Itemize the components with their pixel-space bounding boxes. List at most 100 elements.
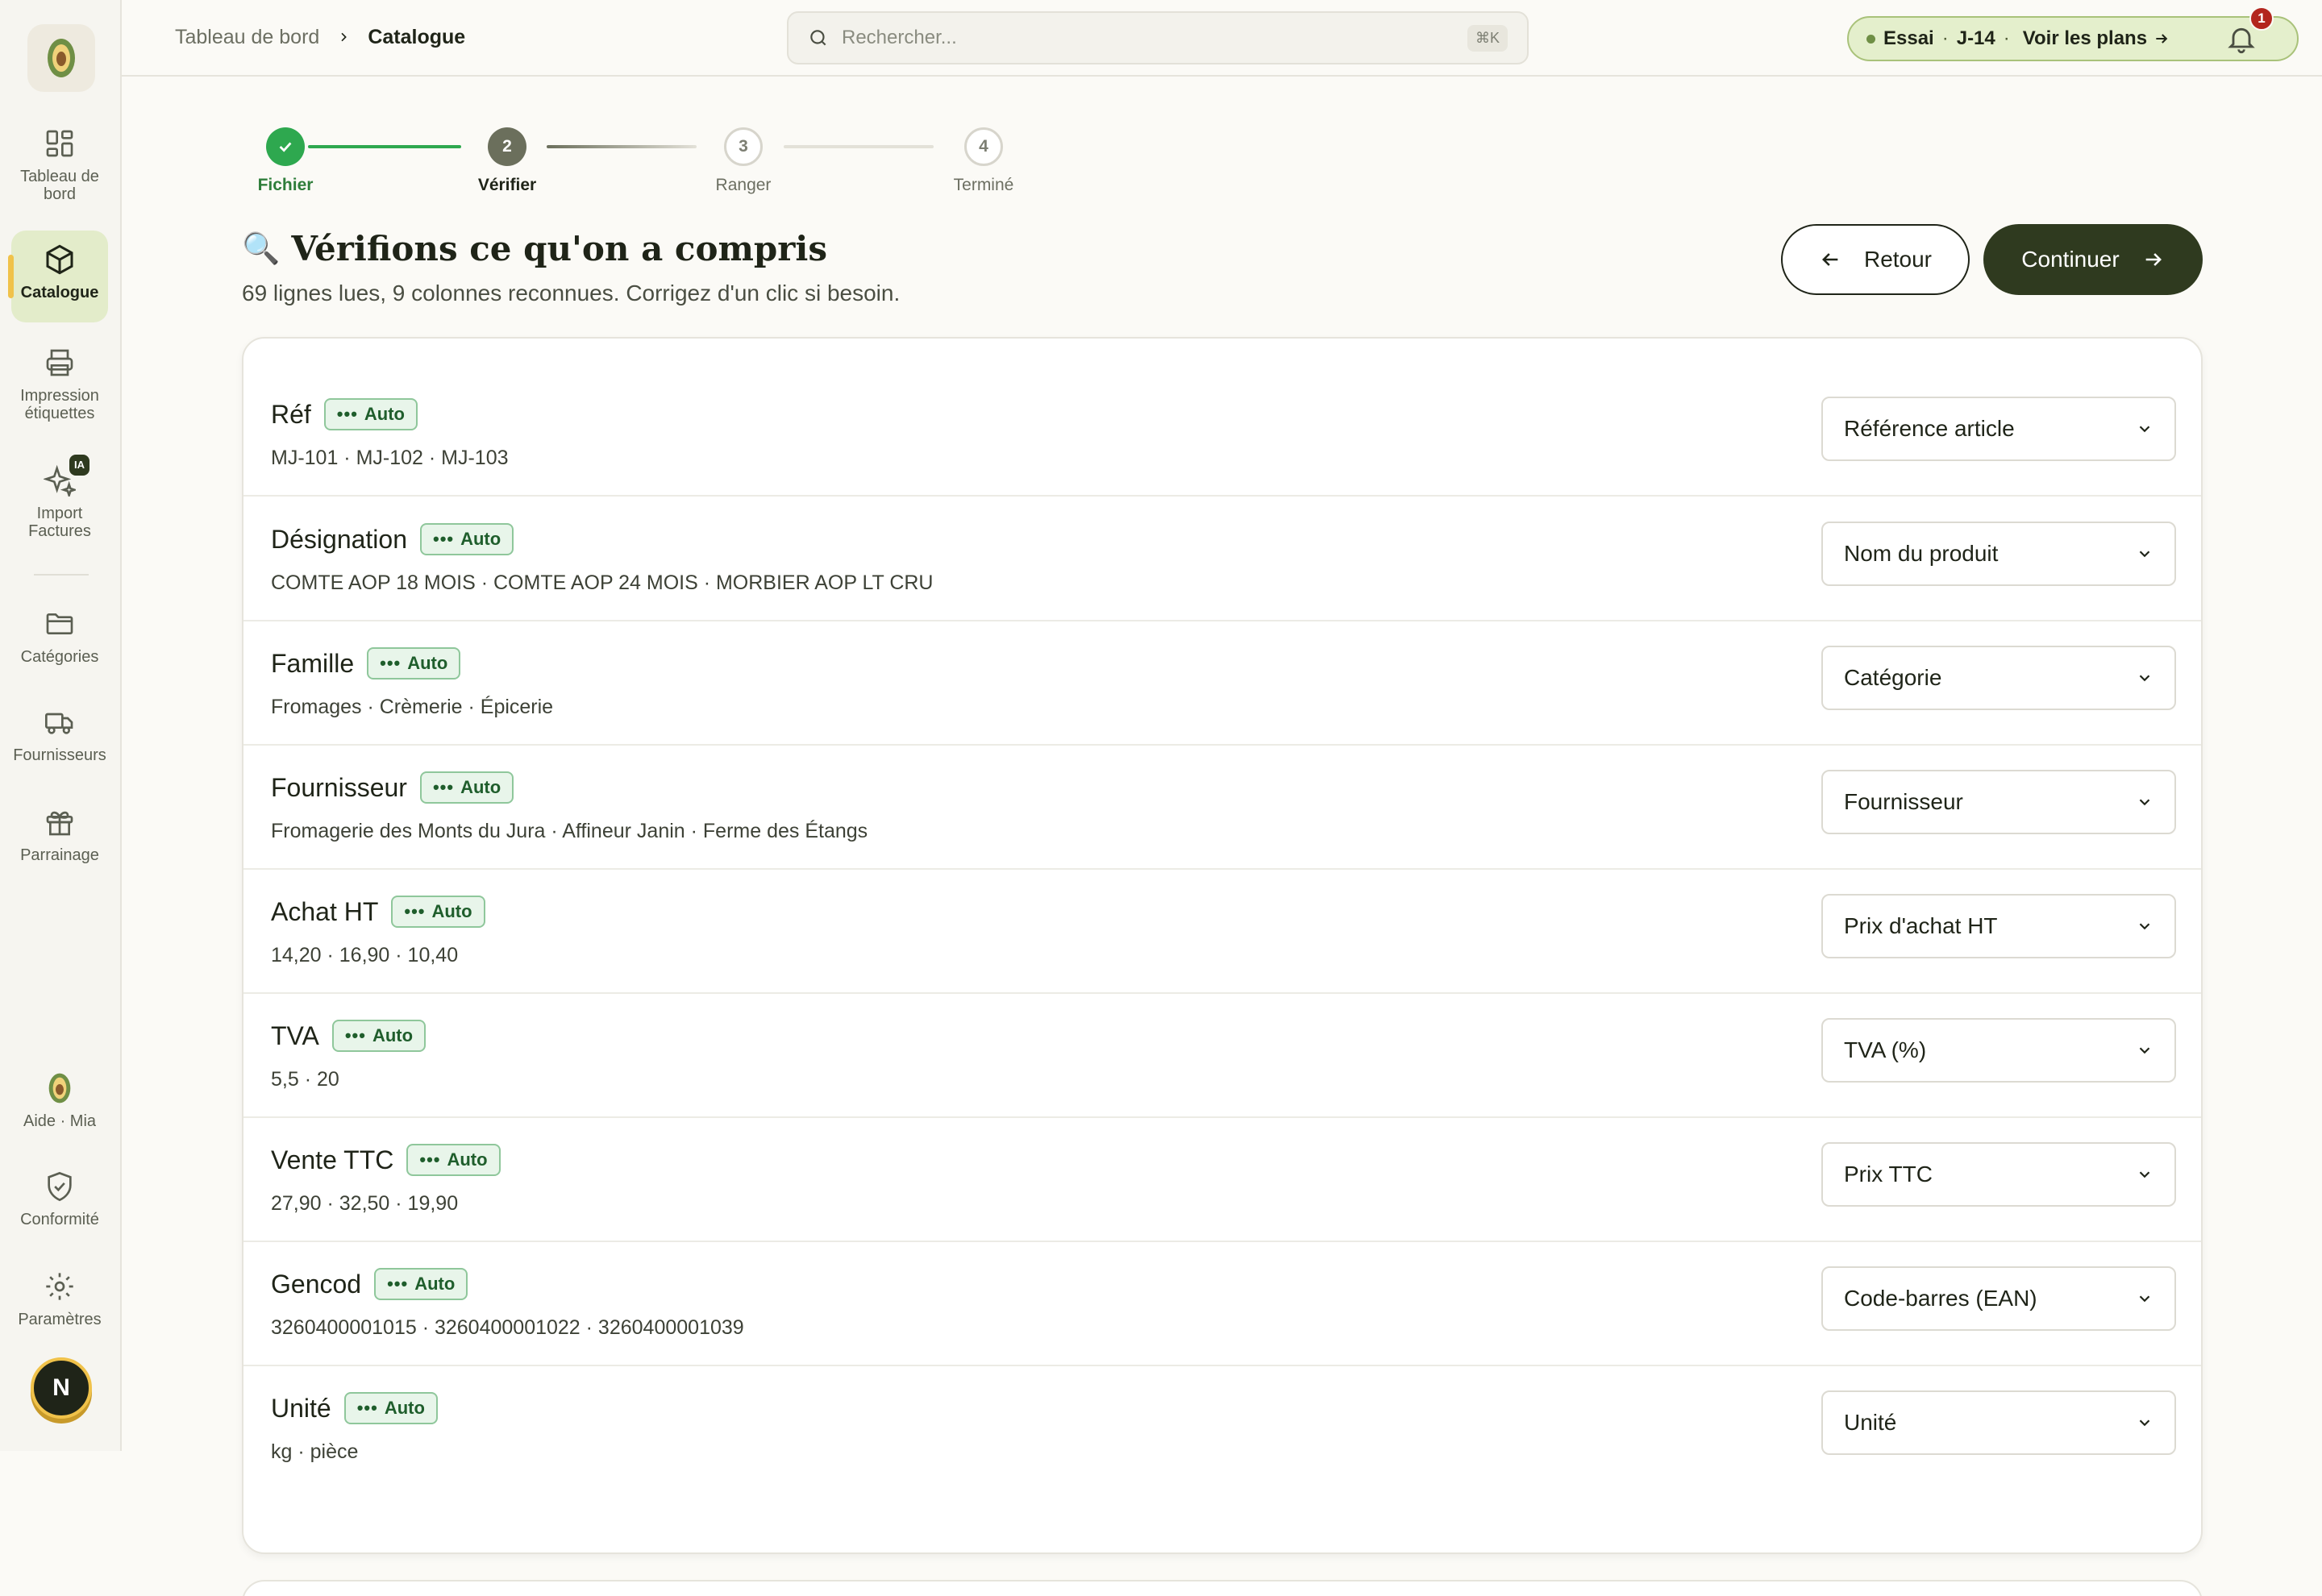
target-field-value: Référence article <box>1844 416 2015 441</box>
target-field-select[interactable]: Unité <box>1821 1390 2176 1455</box>
search-bar[interactable]: ⌘K <box>787 11 1529 64</box>
dots-icon: ••• <box>433 529 455 549</box>
sidebar-item-import-invoices[interactable]: IA Import Factures <box>11 455 108 540</box>
auto-badge: ••• Auto <box>391 896 485 928</box>
trial-days: J-14 <box>1956 27 1995 49</box>
check-icon <box>266 127 305 166</box>
chevron-right-icon <box>337 26 350 49</box>
target-field-value: Prix TTC <box>1844 1162 1933 1187</box>
printer-icon <box>46 349 73 376</box>
mapping-row: Achat HT ••• Auto 14,20 · 16,90 · 10,40 … <box>243 868 2201 994</box>
gear-icon <box>46 1273 73 1300</box>
sidebar-item-label: Catégories <box>20 648 99 666</box>
avatar[interactable]: N <box>31 1357 92 1419</box>
continue-button[interactable]: Continuer <box>1983 224 2203 295</box>
step-connector <box>547 145 697 148</box>
target-field-select[interactable]: TVA (%) <box>1821 1018 2176 1083</box>
avocado-logo-icon[interactable] <box>27 24 95 92</box>
target-field-select[interactable]: Référence article <box>1821 397 2176 461</box>
search-input[interactable] <box>842 27 1454 49</box>
chevron-down-icon <box>2139 923 2150 930</box>
source-column-name: Achat HT <box>271 896 379 926</box>
auto-badge: ••• Auto <box>374 1268 468 1300</box>
step-file[interactable]: Fichier <box>237 127 334 195</box>
secondary-card <box>242 1580 2203 1596</box>
target-field-select[interactable]: Catégorie <box>1821 646 2176 710</box>
mapping-row: Fournisseur ••• Auto Fromagerie des Mont… <box>243 744 2201 870</box>
sidebar-item-categories[interactable]: Catégories <box>11 608 108 666</box>
sidebar-item-help-mia[interactable]: Aide · Mia <box>11 1072 108 1130</box>
sidebar-item-suppliers[interactable]: Fournisseurs <box>11 706 108 764</box>
sidebar-item-catalogue[interactable]: Catalogue <box>8 231 108 322</box>
breadcrumb: Tableau de bord Catalogue <box>175 26 465 49</box>
sample-values: kg · pièce <box>271 1440 359 1463</box>
chevron-down-icon <box>2139 1047 2150 1054</box>
auto-badge: ••• Auto <box>367 647 461 680</box>
step-number: 2 <box>488 127 526 166</box>
source-column-name: TVA <box>271 1020 319 1050</box>
sample-values: 3260400001015 · 3260400001022 · 32604000… <box>271 1316 744 1339</box>
source-column-name: Famille <box>271 648 355 678</box>
grid-icon <box>46 130 73 157</box>
dots-icon: ••• <box>404 901 426 921</box>
view-plans-link[interactable]: Voir les plans <box>2023 27 2170 50</box>
notification-badge: 1 <box>2249 6 2274 31</box>
search-icon <box>810 30 826 46</box>
sidebar-item-label: Paramètres <box>18 1311 102 1328</box>
target-field-select[interactable]: Nom du produit <box>1821 522 2176 586</box>
target-field-value: Nom du produit <box>1844 541 1999 566</box>
step-number: 3 <box>724 127 763 166</box>
auto-badge: ••• Auto <box>331 1020 427 1052</box>
mapping-row: Réf ••• Auto MJ-101 · MJ-102 · MJ-103 Ré… <box>243 371 2201 497</box>
breadcrumb-link[interactable]: Tableau de bord <box>175 26 319 49</box>
sidebar-item-labels[interactable]: Impression étiquettes <box>11 347 108 422</box>
arrow-right-icon <box>2145 253 2162 266</box>
source-column-name: Vente TTC <box>271 1145 394 1174</box>
mapping-row: Vente TTC ••• Auto 27,90 · 32,50 · 19,90… <box>243 1116 2201 1242</box>
sidebar-item-label: Conformité <box>20 1211 99 1228</box>
auto-badge: ••• Auto <box>343 1392 438 1424</box>
auto-badge: ••• Auto <box>419 771 514 804</box>
target-field-select[interactable]: Code-barres (EAN) <box>1821 1266 2176 1331</box>
chevron-down-icon <box>2139 426 2150 433</box>
box-icon <box>46 244 73 275</box>
target-field-select[interactable]: Fournisseur <box>1821 770 2176 834</box>
source-column-name: Désignation <box>271 524 407 554</box>
status-dot <box>1866 34 1875 44</box>
sidebar-item-dashboard[interactable]: Tableau de bord <box>11 127 108 203</box>
chevron-down-icon <box>2139 1419 2150 1427</box>
sample-values: 5,5 · 20 <box>271 1068 339 1091</box>
breadcrumb-current: Catalogue <box>368 26 466 48</box>
auto-badge-label: Auto <box>384 1398 425 1418</box>
dots-icon: ••• <box>432 777 455 797</box>
arrow-left-icon <box>1821 253 1838 266</box>
step-number: 4 <box>964 127 1003 166</box>
step-organize: 3 Ranger <box>695 127 792 195</box>
sidebar: Tableau de bord Catalogue Impression éti… <box>0 0 122 1451</box>
target-field-select[interactable]: Prix d'achat HT <box>1821 894 2176 958</box>
page-subtitle: 69 lignes lues, 9 colonnes reconnues. Co… <box>242 281 901 305</box>
target-field-select[interactable]: Prix TTC <box>1821 1142 2176 1207</box>
step-label: Ranger <box>715 176 772 194</box>
sidebar-item-label: Tableau de bord <box>20 168 99 203</box>
sidebar-item-referral[interactable]: Parrainage <box>11 806 108 864</box>
dots-icon: ••• <box>380 653 402 673</box>
source-column-name: Gencod <box>271 1269 362 1299</box>
auto-badge-label: Auto <box>447 1149 488 1170</box>
top-bar: Tableau de bord Catalogue ⌘K Essai · J-1… <box>122 0 2322 77</box>
source-column-name: Unité <box>271 1393 331 1423</box>
page-title-text: Vérifions ce qu'on a compris <box>291 229 828 268</box>
auto-badge: ••• Auto <box>420 523 514 555</box>
sample-values: 27,90 · 32,50 · 19,90 <box>271 1192 459 1215</box>
sample-values: Fromagerie des Monts du Jura · Affineur … <box>271 820 868 842</box>
auto-badge: ••• Auto <box>406 1144 501 1176</box>
sidebar-item-compliance[interactable]: Conformité <box>11 1170 108 1228</box>
sidebar-item-label: Import Factures <box>28 505 91 540</box>
sample-values: MJ-101 · MJ-102 · MJ-103 <box>271 447 509 469</box>
step-label: Vérifier <box>477 176 537 194</box>
source-column-name: Réf <box>271 399 311 429</box>
ia-badge: IA <box>69 455 89 476</box>
sidebar-item-settings[interactable]: Paramètres <box>11 1270 108 1328</box>
auto-badge-label: Auto <box>460 777 501 797</box>
back-button[interactable]: Retour <box>1781 224 1970 295</box>
